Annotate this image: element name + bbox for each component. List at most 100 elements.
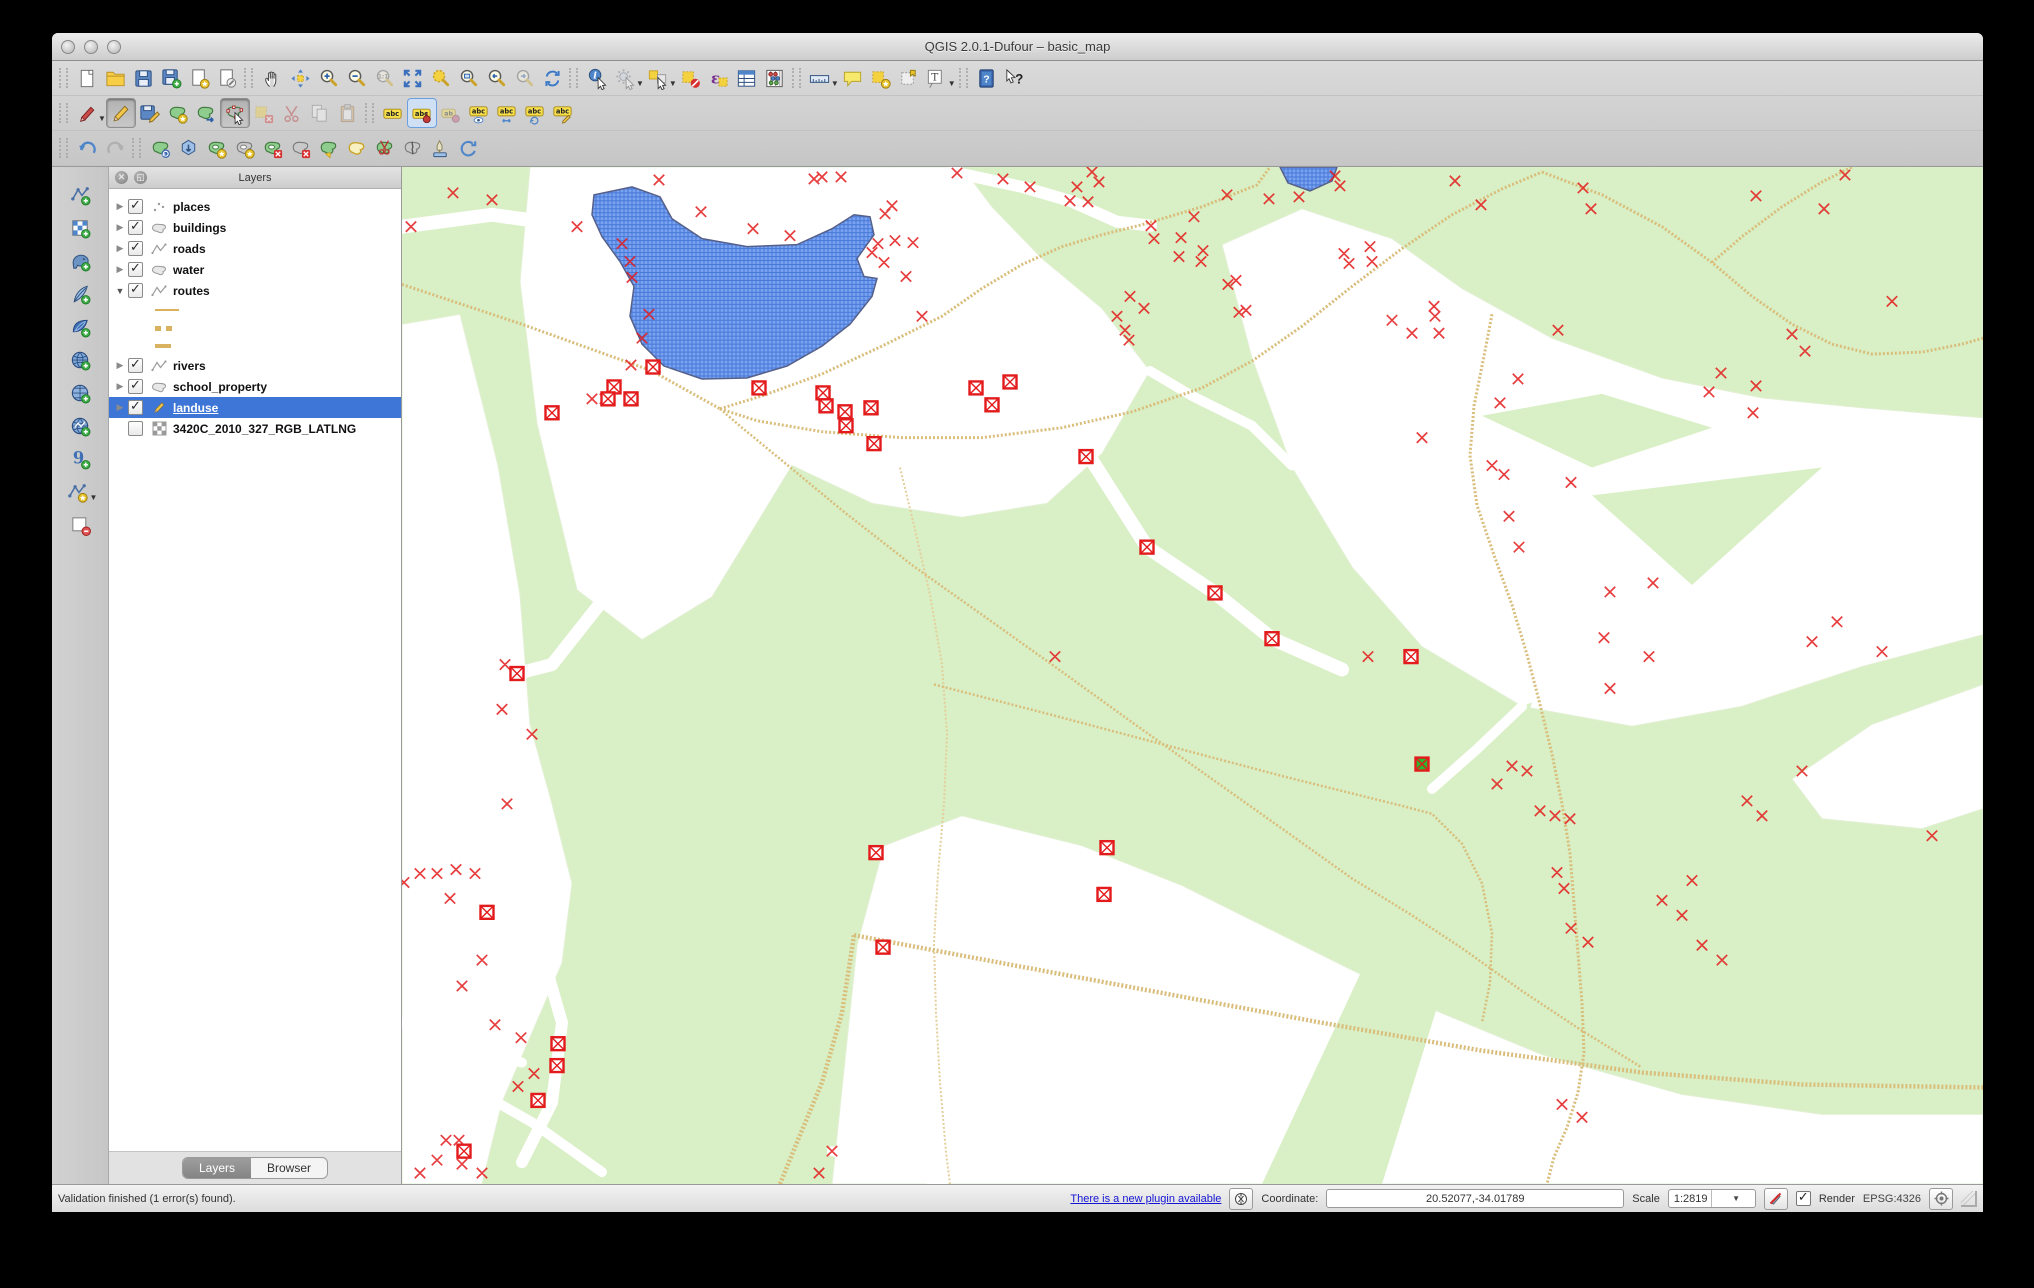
layer-expander-icon[interactable]: ▶ bbox=[114, 222, 126, 233]
new-bookmark-button[interactable] bbox=[867, 64, 895, 92]
move-feature-button[interactable] bbox=[192, 99, 220, 127]
vertex-marker[interactable] bbox=[817, 386, 830, 399]
pan-map-button[interactable] bbox=[258, 64, 286, 92]
layer-item-rivers[interactable]: ▶rivers bbox=[109, 355, 401, 376]
vertex-marker[interactable] bbox=[552, 1037, 565, 1050]
plugin-available-link[interactable]: There is a new plugin available bbox=[1070, 1193, 1221, 1205]
map-tips-button[interactable] bbox=[839, 64, 867, 92]
remove-layer-button[interactable] bbox=[65, 511, 95, 539]
refresh-map-button[interactable] bbox=[538, 64, 566, 92]
vertex-marker[interactable] bbox=[481, 906, 494, 919]
composer-manager-button[interactable] bbox=[213, 64, 241, 92]
delete-part-button[interactable] bbox=[286, 134, 314, 162]
layer-expander-icon[interactable]: ▶ bbox=[114, 402, 126, 413]
layer-visibility-checkbox[interactable] bbox=[128, 379, 143, 394]
resize-grip[interactable] bbox=[1961, 1191, 1977, 1207]
show-hide-labels-button[interactable]: abc bbox=[465, 99, 493, 127]
zoom-to-selection-button[interactable] bbox=[426, 64, 454, 92]
layer-expander-icon[interactable]: ▶ bbox=[114, 243, 126, 254]
stop-render-button[interactable] bbox=[1764, 1188, 1788, 1210]
vertex-marker[interactable] bbox=[551, 1059, 564, 1072]
merge-features-button[interactable] bbox=[426, 134, 454, 162]
layer-item-buildings[interactable]: ▶buildings bbox=[109, 217, 401, 238]
pin-labels-button[interactable]: abc bbox=[407, 98, 437, 128]
vertex-marker[interactable] bbox=[865, 401, 878, 414]
open-attribute-table-button[interactable] bbox=[733, 64, 761, 92]
open-project-button[interactable] bbox=[101, 64, 129, 92]
vertex-marker[interactable] bbox=[970, 381, 983, 394]
vertex-marker[interactable] bbox=[458, 1145, 471, 1158]
selected-vertex-marker[interactable] bbox=[1416, 758, 1429, 771]
add-ring-button[interactable] bbox=[202, 134, 230, 162]
layer-expander-icon[interactable]: ▶ bbox=[114, 360, 126, 371]
new-shapefile-layer-button[interactable] bbox=[63, 478, 93, 506]
plugin-icon[interactable] bbox=[1229, 1188, 1253, 1210]
zoom-last-button[interactable] bbox=[482, 64, 510, 92]
vertex-marker[interactable] bbox=[877, 941, 890, 954]
new-project-button[interactable] bbox=[73, 64, 101, 92]
vertex-marker[interactable] bbox=[1098, 888, 1111, 901]
vertex-marker[interactable] bbox=[870, 846, 883, 859]
vertex-marker[interactable] bbox=[1266, 632, 1279, 645]
paste-features-button[interactable] bbox=[334, 99, 362, 127]
add-raster-layer-button[interactable] bbox=[65, 214, 95, 242]
layer-item-water[interactable]: ▶water bbox=[109, 259, 401, 280]
zoom-full-button[interactable] bbox=[398, 64, 426, 92]
show-bookmarks-button[interactable] bbox=[895, 64, 923, 92]
vertex-marker[interactable] bbox=[753, 381, 766, 394]
pan-to-selection-button[interactable] bbox=[286, 64, 314, 92]
vertex-marker[interactable] bbox=[1141, 541, 1154, 554]
layer-visibility-checkbox[interactable] bbox=[128, 400, 143, 415]
vertex-marker[interactable] bbox=[986, 398, 999, 411]
whats-this-button[interactable]: ? bbox=[1001, 64, 1029, 92]
save-project-button[interactable] bbox=[129, 64, 157, 92]
highlight-pinned-labels-button[interactable]: ab bbox=[437, 99, 465, 127]
tab-layers[interactable]: Layers bbox=[183, 1158, 251, 1178]
layer-item-routes[interactable]: ▼routes bbox=[109, 280, 401, 301]
layer-expander-icon[interactable]: ▼ bbox=[114, 286, 126, 296]
coordinate-input[interactable]: 20.52077,-34.01789 bbox=[1326, 1189, 1624, 1208]
vertex-marker[interactable] bbox=[625, 392, 638, 405]
toolbar-drag-handle[interactable] bbox=[569, 68, 578, 88]
node-tool-button[interactable] bbox=[220, 98, 250, 128]
add-mssql-layer-button[interactable] bbox=[65, 313, 95, 341]
vertex-marker[interactable] bbox=[602, 392, 615, 405]
toolbar-drag-handle[interactable] bbox=[365, 103, 374, 123]
vertex-marker[interactable] bbox=[647, 361, 660, 374]
text-annotation-button[interactable]: T bbox=[923, 64, 951, 92]
toolbar-drag-handle[interactable] bbox=[132, 138, 141, 158]
rotate-point-symbols-button[interactable] bbox=[454, 134, 482, 162]
delete-ring-button[interactable] bbox=[258, 134, 286, 162]
split-features-button[interactable] bbox=[370, 134, 398, 162]
vertex-marker[interactable] bbox=[546, 406, 559, 419]
add-feature-button[interactable] bbox=[164, 99, 192, 127]
scale-combo[interactable]: 1:2819 ▼ bbox=[1668, 1189, 1756, 1208]
label-toolbar-button[interactable]: abc bbox=[379, 99, 407, 127]
toggle-editing-button[interactable] bbox=[106, 98, 136, 128]
save-layer-edits-button[interactable] bbox=[136, 99, 164, 127]
vertex-marker[interactable] bbox=[1080, 450, 1093, 463]
copy-features-button[interactable] bbox=[306, 99, 334, 127]
layer-visibility-checkbox[interactable] bbox=[128, 241, 143, 256]
crs-status-button[interactable] bbox=[1929, 1188, 1953, 1210]
vertex-marker[interactable] bbox=[839, 405, 852, 418]
deselect-features-button[interactable] bbox=[677, 64, 705, 92]
zoom-in-button[interactable] bbox=[314, 64, 342, 92]
add-wms-layer-button[interactable] bbox=[65, 346, 95, 374]
zoom-native-button[interactable]: 1:1 bbox=[370, 64, 398, 92]
save-project-as-button[interactable] bbox=[157, 64, 185, 92]
layer-item-school_property[interactable]: ▶school_property bbox=[109, 376, 401, 397]
add-wcs-layer-button[interactable] bbox=[65, 379, 95, 407]
add-wfs-layer-button[interactable] bbox=[65, 412, 95, 440]
delete-selected-button[interactable] bbox=[250, 99, 278, 127]
chevron-down-icon[interactable]: ▼ bbox=[1711, 1190, 1755, 1207]
vertex-marker[interactable] bbox=[1209, 586, 1222, 599]
reshape-features-button[interactable] bbox=[314, 134, 342, 162]
render-checkbox[interactable] bbox=[1796, 1191, 1811, 1206]
title-bar[interactable]: QGIS 2.0.1-Dufour – basic_map bbox=[52, 33, 1983, 61]
vertex-marker[interactable] bbox=[1101, 841, 1114, 854]
help-contents-button[interactable]: ? bbox=[973, 64, 1001, 92]
add-vector-layer-button[interactable] bbox=[65, 181, 95, 209]
layer-item-roads[interactable]: ▶roads bbox=[109, 238, 401, 259]
select-features-button[interactable] bbox=[644, 64, 672, 92]
